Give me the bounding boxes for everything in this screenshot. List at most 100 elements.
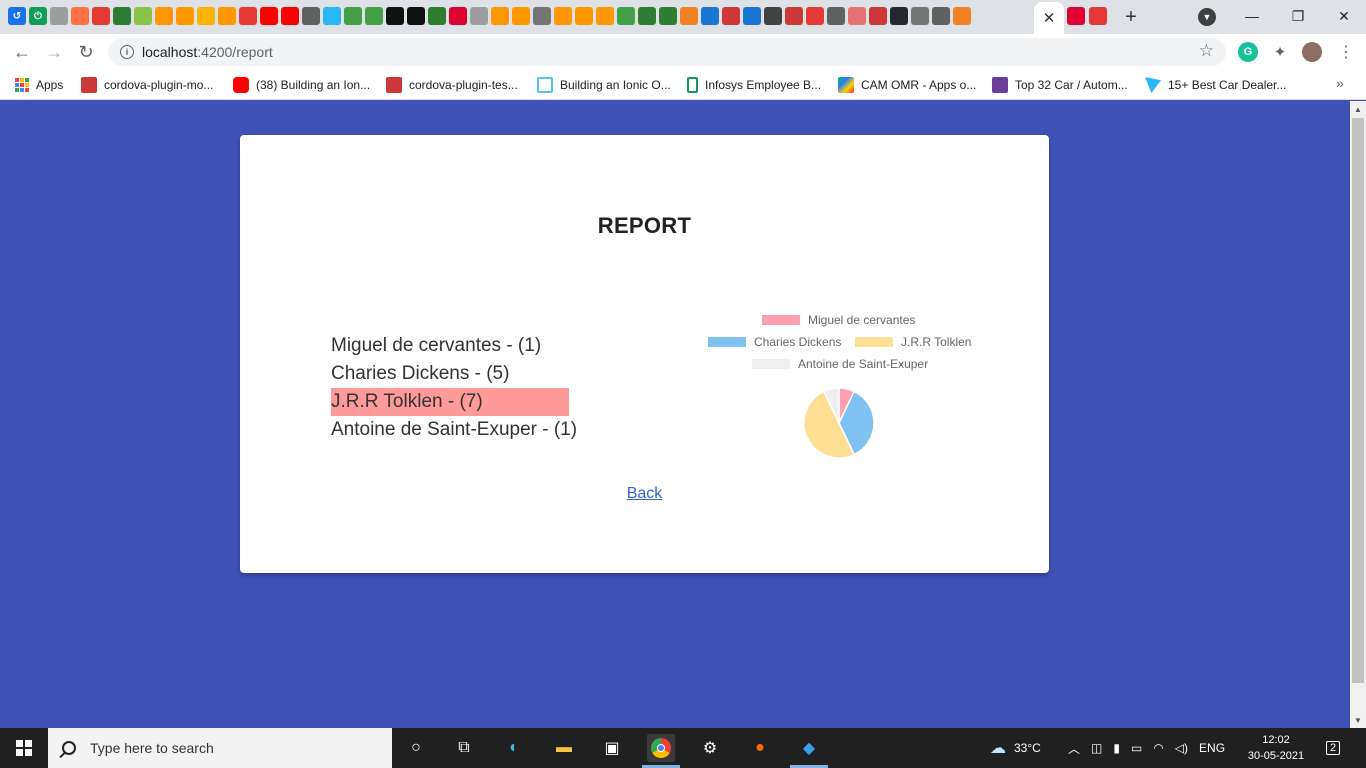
- site-info-icon[interactable]: i: [120, 45, 134, 59]
- vscode-icon[interactable]: ◆: [795, 734, 823, 762]
- runner-tab-icon[interactable]: [197, 7, 215, 25]
- history-tab-icon[interactable]: ↺: [8, 7, 26, 25]
- new-tab-button[interactable]: +: [1119, 5, 1143, 29]
- author-row[interactable]: J.R.R Tolklen - (7): [331, 388, 569, 416]
- tab-icon[interactable]: [134, 7, 152, 25]
- scroll-thumb[interactable]: [1352, 118, 1364, 683]
- start-button[interactable]: [0, 728, 48, 768]
- node-tab-icon[interactable]: [365, 7, 383, 25]
- angular-tab-icon[interactable]: [764, 7, 782, 25]
- taskbar-search[interactable]: Type here to search: [48, 728, 392, 768]
- runner-tab-icon[interactable]: [218, 7, 236, 25]
- bookmark-item[interactable]: 15+ Best Car Dealer...: [1145, 76, 1286, 94]
- w-tab-icon[interactable]: [638, 7, 656, 25]
- node-tab-icon[interactable]: [344, 7, 362, 25]
- bolt-tab-icon[interactable]: [743, 7, 761, 25]
- forward-arrow-icon[interactable]: →: [42, 40, 66, 64]
- volume-icon[interactable]: ◁): [1175, 741, 1188, 755]
- stackoverflow-tab-icon[interactable]: [953, 7, 971, 25]
- globe-tab-icon[interactable]: [302, 7, 320, 25]
- google-tab-icon[interactable]: [911, 7, 929, 25]
- tab-icon[interactable]: [470, 7, 488, 25]
- notifications-icon[interactable]: 2: [1322, 738, 1344, 758]
- bookmark-apps[interactable]: Apps: [15, 76, 63, 94]
- scroll-up-arrow-icon[interactable]: ▲: [1350, 101, 1366, 117]
- stackoverflow-tab-icon[interactable]: [680, 7, 698, 25]
- minimize-button[interactable]: —: [1229, 4, 1275, 28]
- globe-tab-icon[interactable]: [932, 7, 950, 25]
- page-scrollbar[interactable]: ▲ ▼: [1350, 101, 1366, 728]
- extensions-puzzle-icon[interactable]: ✦: [1270, 42, 1290, 62]
- power-tab-icon[interactable]: ⏻: [29, 7, 47, 25]
- tab-icon[interactable]: [407, 7, 425, 25]
- youtube-tab-icon[interactable]: [281, 7, 299, 25]
- restore-button[interactable]: ❐: [1275, 4, 1321, 28]
- reload-icon[interactable]: ↻: [74, 40, 98, 64]
- shield-tab-icon[interactable]: [554, 7, 572, 25]
- author-row[interactable]: Antoine de Saint-Exuper - (1): [331, 416, 577, 444]
- camera-icon[interactable]: ◫: [1091, 741, 1102, 755]
- shield-tab-icon[interactable]: [596, 7, 614, 25]
- tab-icon[interactable]: [386, 7, 404, 25]
- npm-tab-icon[interactable]: [785, 7, 803, 25]
- profile-avatar[interactable]: [1302, 42, 1322, 62]
- battery-icon[interactable]: ▭: [1131, 741, 1142, 755]
- active-tab-close[interactable]: ✕: [1034, 2, 1064, 34]
- legend-item[interactable]: Antoine de Saint-Exuper: [752, 357, 928, 371]
- language-indicator[interactable]: ENG: [1199, 741, 1225, 755]
- bookmark-item[interactable]: CAM OMR - Apps o...: [838, 76, 976, 94]
- angular-tab-icon[interactable]: [449, 7, 467, 25]
- shield-tab-icon[interactable]: [491, 7, 509, 25]
- settings-gear-icon[interactable]: ⚙: [696, 734, 724, 762]
- legend-item[interactable]: Miguel de cervantes: [762, 313, 915, 327]
- youtube-tab-icon[interactable]: [260, 7, 278, 25]
- bookmark-item[interactable]: (38) Building an Ion...: [233, 76, 370, 94]
- task-view-icon[interactable]: ⧉: [450, 734, 478, 762]
- w-tab-icon[interactable]: [428, 7, 446, 25]
- tab-search-icon[interactable]: ▼: [1198, 8, 1216, 26]
- gfg-tab-icon[interactable]: [113, 7, 131, 25]
- npm-tab-icon[interactable]: [869, 7, 887, 25]
- shield-tab-icon[interactable]: [512, 7, 530, 25]
- taskbar-clock[interactable]: 12:02 30-05-2021: [1246, 732, 1306, 764]
- bolt-tab-icon[interactable]: [701, 7, 719, 25]
- tab-icon[interactable]: [806, 7, 824, 25]
- author-row[interactable]: Charies Dickens - (5): [331, 360, 569, 388]
- weather-widget[interactable]: ☁ 33°C: [990, 728, 1041, 768]
- chrome-icon[interactable]: [647, 734, 675, 762]
- grammarly-icon[interactable]: G: [1238, 42, 1258, 62]
- bookmark-item[interactable]: cordova-plugin-mo...: [81, 76, 213, 94]
- npm-tab-icon[interactable]: [722, 7, 740, 25]
- store-icon[interactable]: ▣: [598, 734, 626, 762]
- globe-tab-icon[interactable]: [827, 7, 845, 25]
- w-tab-icon[interactable]: [659, 7, 677, 25]
- legend-item[interactable]: Charies Dickens: [708, 335, 841, 349]
- github-tab-icon[interactable]: [890, 7, 908, 25]
- author-row[interactable]: Miguel de cervantes - (1): [331, 332, 569, 360]
- shield-tab-icon[interactable]: [575, 7, 593, 25]
- legend-item[interactable]: J.R.R Tolklen: [855, 335, 971, 349]
- close-window-button[interactable]: ✕: [1321, 4, 1366, 28]
- edge-icon[interactable]: ◐: [500, 734, 528, 762]
- angular-tab-icon[interactable]: [1067, 7, 1085, 25]
- app-tab-icon[interactable]: [50, 7, 68, 25]
- bookmark-item[interactable]: Building an Ionic O...: [537, 76, 671, 94]
- fox-tab-icon[interactable]: [176, 7, 194, 25]
- more-bookmarks-icon[interactable]: »: [1336, 75, 1344, 91]
- tab-icon[interactable]: [848, 7, 866, 25]
- bookmark-item[interactable]: Top 32 Car / Autom...: [992, 76, 1128, 94]
- bookmark-item[interactable]: Infosys Employee B...: [687, 76, 821, 94]
- cortana-icon[interactable]: ○: [402, 734, 430, 762]
- asterisk-tab-icon[interactable]: [1089, 7, 1107, 25]
- tab-icon[interactable]: [71, 7, 89, 25]
- tab-icon[interactable]: [239, 7, 257, 25]
- postman-icon[interactable]: ●: [746, 734, 774, 762]
- address-bar[interactable]: i localhost:4200/report ☆: [108, 38, 1226, 66]
- google-tab-icon[interactable]: [533, 7, 551, 25]
- bookmark-item[interactable]: cordova-plugin-tes...: [386, 76, 518, 94]
- microphone-icon[interactable]: ▮: [1113, 741, 1120, 755]
- tab-icon[interactable]: [617, 7, 635, 25]
- show-hidden-icons-icon[interactable]: ︿: [1068, 740, 1080, 757]
- back-link[interactable]: Back: [627, 485, 663, 502]
- back-arrow-icon[interactable]: ←: [10, 40, 34, 64]
